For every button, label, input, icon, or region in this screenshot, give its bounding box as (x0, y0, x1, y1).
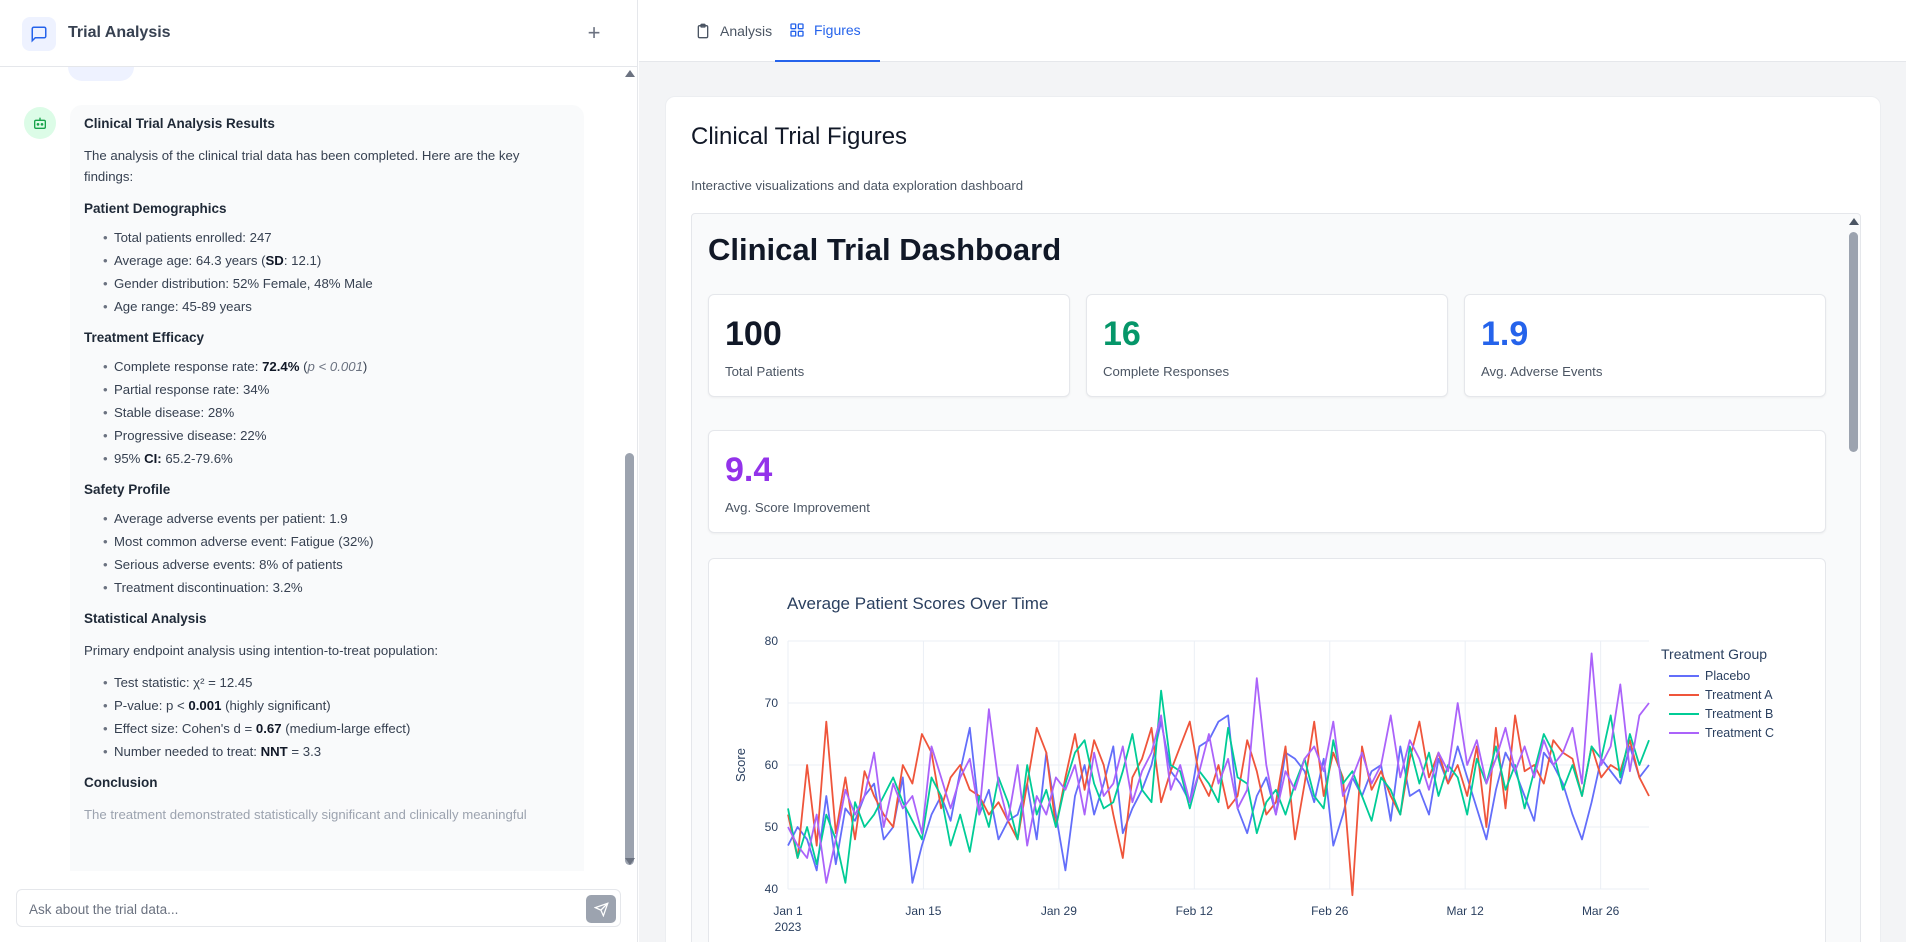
list-item: Total patients enrolled: 247 (103, 226, 570, 249)
x-tick-label: Jan 15 (905, 904, 941, 918)
stat-label: Complete Responses (1103, 364, 1230, 379)
list-item: Serious adverse events: 8% of patients (103, 553, 570, 576)
stats-heading: Statistical Analysis (84, 611, 207, 626)
stat-value: 1.9 (1481, 315, 1529, 353)
tab-analysis[interactable]: Analysis (681, 0, 786, 62)
list-item: Average adverse events per patient: 1.9 (103, 507, 570, 530)
stat-card-score-improvement: 9.4 Avg. Score Improvement (708, 430, 1826, 533)
list-item: Complete response rate: 72.4% (p < 0.001… (103, 355, 570, 378)
legend-item-label: Treatment B (1705, 707, 1773, 721)
list-item: Test statistic: χ² = 12.45 (103, 671, 570, 694)
list-item: Effect size: Cohen's d = 0.67 (medium-la… (103, 717, 570, 740)
conclusion-text: The treatment demonstrated statistically… (84, 807, 527, 822)
legend-item-label: Placebo (1705, 669, 1750, 683)
x-tick-label: Mar 12 (1447, 904, 1485, 918)
legend-item-label: Treatment A (1705, 688, 1773, 702)
send-icon (593, 901, 609, 917)
page-title: Clinical Trial Figures (691, 123, 908, 150)
y-axis-label: Score (733, 748, 748, 782)
tab-bar: Analysis Figures (639, 0, 1906, 62)
figures-card: Clinical Trial Figures Interactive visua… (665, 96, 1881, 942)
tab-figures[interactable]: Figures (775, 0, 880, 62)
list-item: Partial response rate: 34% (103, 378, 570, 401)
legend-item-label: Treatment C (1705, 726, 1774, 740)
app-title: Trial Analysis (68, 24, 171, 41)
series-line-treatment-b (787, 689, 1650, 884)
chat-bubble-icon (22, 17, 56, 51)
stat-card-complete-responses: 16 Complete Responses (1086, 294, 1448, 397)
list-item: Stable disease: 28% (103, 401, 570, 424)
stat-value: 100 (725, 315, 782, 353)
scroll-thumb[interactable] (1849, 232, 1858, 452)
scroll-down-arrow-icon[interactable] (625, 858, 635, 865)
previous-user-message (68, 67, 134, 81)
stat-card-total-patients: 100 Total Patients (708, 294, 1070, 397)
x-tick-label: Mar 26 (1582, 904, 1620, 918)
stat-value: 9.4 (725, 451, 773, 489)
y-tick-label: 70 (765, 696, 779, 710)
list-item: 95% CI: 65.2-79.6% (103, 447, 570, 470)
y-tick-label: 60 (765, 758, 779, 772)
x-tick-label: Jan 29 (1041, 904, 1077, 918)
x-tick-label: Feb 26 (1311, 904, 1349, 918)
list-item: Progressive disease: 22% (103, 424, 570, 447)
efficacy-heading: Treatment Efficacy (84, 330, 205, 345)
tab-figures-label: Figures (814, 22, 861, 38)
message-title: Clinical Trial Analysis Results (84, 116, 275, 131)
y-tick-label: 50 (765, 820, 779, 834)
list-item: Age range: 45-89 years (103, 295, 570, 318)
demographics-list: Total patients enrolled: 247 Average age… (84, 226, 570, 318)
list-item: Average age: 64.3 years (SD: 12.1) (103, 249, 570, 272)
legend-title: Treatment Group (1661, 646, 1767, 662)
chart-card: Average Patient Scores Over Time 40 50 60 70… (708, 558, 1826, 942)
bot-icon (24, 107, 56, 139)
conclusion-heading: Conclusion (84, 775, 158, 790)
list-item: P-value: p < 0.001 (highly significant) (103, 694, 570, 717)
list-item: Number needed to treat: NNT = 3.3 (103, 740, 570, 763)
chat-header: Trial Analysis + (0, 0, 638, 67)
stat-label: Total Patients (725, 364, 805, 379)
list-item: Gender distribution: 52% Female, 48% Mal… (103, 272, 570, 295)
safety-list: Average adverse events per patient: 1.9 … (84, 507, 570, 599)
demographics-heading: Patient Demographics (84, 201, 227, 216)
chat-panel: Trial Analysis + Clinical Trial Analysis… (0, 0, 638, 942)
stats-list: Test statistic: χ² = 12.45 P-value: p < … (84, 671, 570, 763)
dashboard-frame[interactable]: Clinical Trial Dashboard 100 Total Patie… (691, 213, 1861, 942)
list-item: Treatment discontinuation: 3.2% (103, 576, 570, 599)
series-line-treatment-a (787, 714, 1650, 897)
stat-label: Avg. Score Improvement (725, 500, 870, 515)
dashboard-scrollbar[interactable] (1846, 214, 1860, 942)
page-subtitle: Interactive visualizations and data expl… (691, 178, 1024, 193)
list-item: Most common adverse event: Fatigue (32%) (103, 530, 570, 553)
x-tick-label: Feb 12 (1176, 904, 1214, 918)
chart-title: Average Patient Scores Over Time (787, 594, 1048, 613)
stat-value: 16 (1103, 315, 1141, 353)
tab-analysis-label: Analysis (720, 23, 773, 39)
chat-history[interactable]: Clinical Trial Analysis Results The anal… (0, 67, 638, 871)
scroll-thumb[interactable] (625, 453, 634, 865)
scores-line-chart[interactable]: Average Patient Scores Over Time 40 50 60 70… (709, 559, 1827, 942)
y-tick-label: 40 (765, 882, 779, 896)
grid-icon (789, 22, 805, 38)
x-tick-label: Jan 1 (773, 904, 803, 918)
x-tick-year-label: 2023 (775, 920, 802, 934)
scroll-up-arrow-icon[interactable] (625, 70, 635, 77)
figures-panel: Analysis Figures Clinical Trial Figures … (639, 0, 1906, 942)
y-tick-label: 80 (765, 634, 779, 648)
assistant-message: Clinical Trial Analysis Results The anal… (70, 105, 584, 871)
chat-scrollbar[interactable] (622, 67, 636, 871)
message-intro: The analysis of the clinical trial data … (84, 148, 520, 184)
dashboard-title: Clinical Trial Dashboard (708, 232, 1062, 267)
safety-heading: Safety Profile (84, 482, 171, 497)
chat-input[interactable] (29, 899, 569, 919)
stat-label: Avg. Adverse Events (1481, 364, 1603, 379)
scroll-up-arrow-icon[interactable] (1849, 218, 1859, 225)
send-button[interactable] (586, 895, 616, 923)
clipboard-icon (695, 23, 711, 39)
new-chat-button[interactable]: + (584, 20, 604, 46)
efficacy-list: Complete response rate: 72.4% (p < 0.001… (84, 355, 570, 470)
stats-intro: Primary endpoint analysis using intentio… (84, 643, 439, 658)
chat-input-bar (16, 889, 621, 927)
stat-card-adverse-events: 1.9 Avg. Adverse Events (1464, 294, 1826, 397)
